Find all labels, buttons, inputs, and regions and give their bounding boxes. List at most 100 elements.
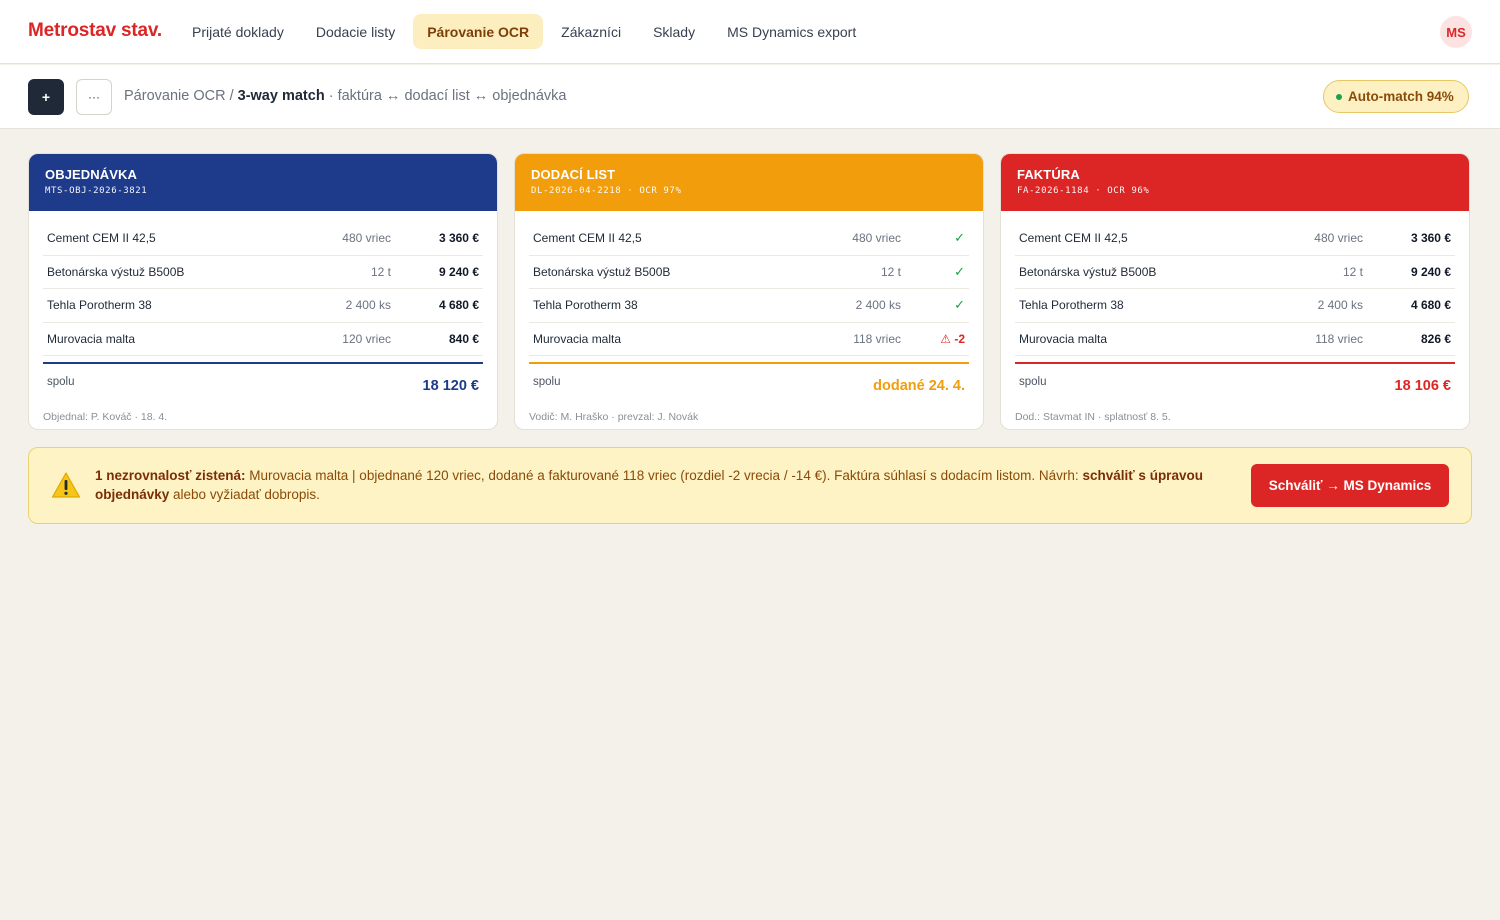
delivery-card-header: DODACÍ LIST DL-2026-04-2218 · OCR 97% xyxy=(515,154,983,211)
item-value: 9 240 € xyxy=(1410,264,1451,279)
delivery-card-title: DODACÍ LIST xyxy=(531,167,616,182)
invoice-card-code: FA-2026-1184 · OCR 96% xyxy=(1017,186,1150,196)
approve-to-ms-dynamics-button[interactable]: Schváliť → MS Dynamics xyxy=(1251,464,1449,507)
add-button[interactable]: + xyxy=(28,79,64,115)
item-qty: 2 400 ks xyxy=(345,298,391,313)
item-qty: 12 t xyxy=(880,264,901,279)
automatch-badge: Auto-match 94% xyxy=(1323,80,1469,113)
nav-item-sklady[interactable]: Sklady xyxy=(639,14,709,49)
invoice-card-header: FAKTÚRA FA-2026-1184 · OCR 96% xyxy=(1001,154,1469,211)
item-name: Murovacia malta xyxy=(47,331,136,346)
item-name: Betonárska výstuž B500B xyxy=(1019,264,1157,279)
alert-body: Murovacia malta | objednané 120 vriec, d… xyxy=(245,468,1083,483)
check-icon: ✓ xyxy=(954,263,965,279)
top-navigation-bar: Metrostav stav. Prijaté doklady Dodacie … xyxy=(0,0,1500,64)
order-card-footer: Objednal: P. Kováč · 18. 4. xyxy=(43,411,168,423)
item-name: Cement CEM II 42,5 xyxy=(1019,231,1128,246)
alert-message: 1 nezrovnalosť zistená: Murovacia malta … xyxy=(95,466,1225,504)
item-value: 3 360 € xyxy=(438,231,479,246)
check-icon: ✓ xyxy=(954,297,965,313)
item-name: Cement CEM II 42,5 xyxy=(47,231,156,246)
invoice-card-footer: Dod.: Stavmat IN · splatnosť 8. 5. xyxy=(1015,411,1171,423)
item-qty: 480 vriec xyxy=(852,231,901,246)
breadcrumb-root[interactable]: Párovanie OCR xyxy=(124,88,226,104)
invoice-card: FAKTÚRA FA-2026-1184 · OCR 96% Cement CE… xyxy=(1000,153,1470,430)
item-name: Tehla Porotherm 38 xyxy=(47,298,152,313)
item-value: 9 240 € xyxy=(438,264,479,279)
status-dot-icon xyxy=(1336,93,1342,100)
item-value: 3 360 € xyxy=(1410,231,1451,246)
nav-item-zakaznici[interactable]: Zákazníci xyxy=(547,14,635,49)
item-qty: 2 400 ks xyxy=(855,298,901,313)
item-name: Murovacia malta xyxy=(1019,331,1108,346)
table-row: Cement CEM II 42,5 480 vriec 3 360 € xyxy=(1015,222,1455,256)
delivery-note-card: DODACÍ LIST DL-2026-04-2218 · OCR 97% Ce… xyxy=(514,153,984,430)
table-row: Murovacia malta 120 vriec 840 € xyxy=(43,323,483,356)
item-qty: 118 vriec xyxy=(1315,331,1363,346)
warning-icon xyxy=(51,472,81,498)
app-logo[interactable]: Metrostav stav. xyxy=(28,20,162,42)
table-row: Tehla Porotherm 38 2 400 ks ✓ xyxy=(529,289,969,323)
breadcrumb-description: · faktúra ↔ dodací list ↔ objednávka xyxy=(324,88,567,104)
order-card-body: Cement CEM II 42,5 480 vriec 3 360 € Bet… xyxy=(29,211,497,423)
more-options-button[interactable]: ··· xyxy=(76,79,112,115)
total-value: 18 106 € xyxy=(1394,378,1451,394)
discrepancy-alert: 1 nezrovnalosť zistená: Murovacia malta … xyxy=(28,447,1472,524)
total-label: spolu xyxy=(1019,376,1047,388)
item-name: Tehla Porotherm 38 xyxy=(1019,298,1124,313)
table-row: Tehla Porotherm 38 2 400 ks 4 680 € xyxy=(43,289,483,323)
alert-lead: 1 nezrovnalosť zistená: xyxy=(95,468,246,483)
item-value: 4 680 € xyxy=(1410,298,1451,313)
order-card-title: OBJEDNÁVKA xyxy=(45,167,138,182)
alert-tail: alebo vyžiadať dobropis. xyxy=(169,487,320,502)
delivery-total: spolu dodané 24. 4. xyxy=(529,364,969,394)
total-label: spolu xyxy=(533,376,561,388)
delivery-card-body: Cement CEM II 42,5 480 vriec ✓ Betonársk… xyxy=(515,211,983,423)
item-qty: 480 vriec xyxy=(1314,231,1363,246)
table-row: Cement CEM II 42,5 480 vriec 3 360 € xyxy=(43,222,483,256)
item-name: Tehla Porotherm 38 xyxy=(533,298,638,313)
order-card-header: OBJEDNÁVKA MTS-OBJ-2026-3821 xyxy=(29,154,497,211)
invoice-card-title: FAKTÚRA xyxy=(1017,167,1080,182)
delivery-card-footer: Vodič: M. Hraško · prevzal: J. Novák xyxy=(529,411,699,423)
item-qty: 120 vriec xyxy=(342,331,391,346)
order-card-code: MTS-OBJ-2026-3821 xyxy=(45,186,148,196)
main-nav: Prijaté doklady Dodacie listy Párovanie … xyxy=(178,14,870,49)
breadcrumb: Párovanie OCR / 3-way match · faktúra ↔ … xyxy=(124,88,566,104)
nav-item-dodacie-listy[interactable]: Dodacie listy xyxy=(302,14,409,49)
breadcrumb-separator: / xyxy=(225,88,238,104)
table-row: Betonárska výstuž B500B 12 t 9 240 € xyxy=(43,256,483,289)
table-row: Murovacia malta 118 vriec ⚠ -2 xyxy=(529,323,969,356)
nav-item-ms-dynamics-export[interactable]: MS Dynamics export xyxy=(713,14,870,49)
delivery-card-code: DL-2026-04-2218 · OCR 97% xyxy=(531,186,682,196)
item-name: Murovacia malta xyxy=(533,331,622,346)
item-value: 840 € xyxy=(448,331,479,346)
total-label: spolu xyxy=(47,376,75,388)
total-value: 18 120 € xyxy=(422,378,479,394)
table-row: Tehla Porotherm 38 2 400 ks 4 680 € xyxy=(1015,289,1455,323)
page-toolbar: + ··· Párovanie OCR / 3-way match · fakt… xyxy=(0,65,1500,129)
item-value: 4 680 € xyxy=(438,298,479,313)
nav-item-prijate-doklady[interactable]: Prijaté doklady xyxy=(178,14,298,49)
breadcrumb-current: 3-way match xyxy=(237,88,325,104)
nav-item-parovanie-ocr[interactable]: Párovanie OCR xyxy=(413,14,544,49)
invoice-card-body: Cement CEM II 42,5 480 vriec 3 360 € Bet… xyxy=(1001,211,1469,423)
table-row: Betonárska výstuž B500B 12 t ✓ xyxy=(529,256,969,289)
order-card: OBJEDNÁVKA MTS-OBJ-2026-3821 Cement CEM … xyxy=(28,153,498,430)
check-icon: ✓ xyxy=(954,230,965,246)
discrepancy-warning-icon: ⚠ -2 xyxy=(940,331,965,346)
automatch-label: Auto-match 94% xyxy=(1348,89,1454,104)
table-row: Murovacia malta 118 vriec 826 € xyxy=(1015,323,1455,356)
item-qty: 480 vriec xyxy=(342,231,391,246)
item-qty: 12 t xyxy=(370,264,391,279)
item-qty: 2 400 ks xyxy=(1317,298,1363,313)
table-row: Betonárska výstuž B500B 12 t 9 240 € xyxy=(1015,256,1455,289)
item-name: Betonárska výstuž B500B xyxy=(533,264,671,279)
item-value: 826 € xyxy=(1420,331,1451,346)
item-qty: 12 t xyxy=(1342,264,1363,279)
user-avatar[interactable]: MS xyxy=(1440,16,1472,48)
invoice-total: spolu 18 106 € xyxy=(1015,364,1455,394)
table-row: Cement CEM II 42,5 480 vriec ✓ xyxy=(529,222,969,256)
item-qty: 118 vriec xyxy=(853,331,901,346)
order-total: spolu 18 120 € xyxy=(43,364,483,394)
